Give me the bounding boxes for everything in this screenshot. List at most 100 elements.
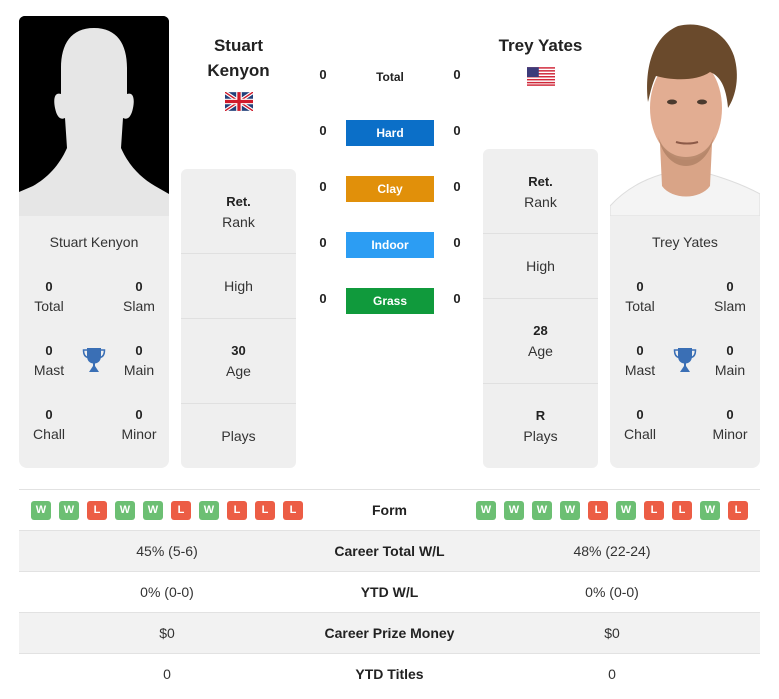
stat-value: 0 <box>726 407 734 422</box>
form-win-badge[interactable]: W <box>199 501 219 520</box>
stat-value: 0 <box>636 343 644 358</box>
age-value: 30 <box>231 343 246 358</box>
left-plays: Plays <box>181 404 296 468</box>
table-row: $0 Career Prize Money $0 <box>19 612 760 653</box>
left-player-card: Stuart Kenyon 0 Total 0 Slam 0 Mast 0 Ma… <box>19 216 169 468</box>
h2h-total-left: 0 <box>319 67 327 82</box>
right-slam-titles: 0 Slam <box>700 278 760 316</box>
form-win-badge[interactable]: W <box>476 501 496 520</box>
stat-value: 0 <box>636 279 644 294</box>
row-label: YTD Titles <box>355 666 424 682</box>
stat-label: Minor <box>712 426 748 442</box>
left-player-card-name[interactable]: Stuart Kenyon <box>19 234 169 250</box>
form-win-badge[interactable]: W <box>700 501 720 520</box>
form-loss-badge[interactable]: L <box>283 501 303 520</box>
h2h-clay-right: 0 <box>453 179 461 194</box>
form-win-badge[interactable]: W <box>115 501 135 520</box>
right-high: High <box>483 234 598 299</box>
form-loss-badge[interactable]: L <box>588 501 608 520</box>
stat-label: Total <box>625 298 655 314</box>
age-value: 28 <box>533 323 548 338</box>
form-win-badge[interactable]: W <box>560 501 580 520</box>
left-total-titles: 0 Total <box>19 278 79 316</box>
right-value: 48% (22-24) <box>573 543 651 559</box>
left-mast-titles: 0 Mast <box>19 342 79 380</box>
stat-label: Slam <box>123 298 155 314</box>
left-player-name[interactable]: Stuart Kenyon <box>181 33 296 83</box>
right-form-badges: WWWWLWLLWL <box>476 501 748 520</box>
right-value: $0 <box>604 625 620 641</box>
form-win-badge[interactable]: W <box>59 501 79 520</box>
form-loss-badge[interactable]: L <box>87 501 107 520</box>
right-main-titles: 0 Main <box>700 342 760 380</box>
stat-value: 0 <box>135 343 143 358</box>
form-loss-badge[interactable]: L <box>644 501 664 520</box>
stat-label: Slam <box>714 298 746 314</box>
rank-label: Rank <box>222 214 255 230</box>
row-label: Career Total W/L <box>334 543 445 559</box>
rank-value: Ret. <box>226 194 251 209</box>
stat-label: Main <box>714 362 746 378</box>
comparison-table: WWLWWLWLLL Form WWWWLWLLWL 45% (5-6) Car… <box>19 489 760 694</box>
table-row: 0 YTD Titles 0 <box>19 653 760 694</box>
left-value: 0% (0-0) <box>140 584 194 600</box>
h2h-indoor-left: 0 <box>319 235 327 250</box>
h2h-hard-right: 0 <box>453 123 461 138</box>
h2h-hard-left: 0 <box>319 123 327 138</box>
left-age: 30 Age <box>181 319 296 404</box>
h2h-clay-left: 0 <box>319 179 327 194</box>
plays-value: R <box>535 408 546 423</box>
form-loss-badge[interactable]: L <box>728 501 748 520</box>
stat-label: Chall <box>624 426 656 442</box>
surface-hard-badge[interactable]: Hard <box>346 120 434 146</box>
age-label: Age <box>226 363 251 379</box>
form-win-badge[interactable]: W <box>31 501 51 520</box>
stat-label: Mast <box>624 362 656 378</box>
trophy-icon <box>82 348 106 372</box>
trophy-icon <box>673 348 697 372</box>
surface-indoor-badge[interactable]: Indoor <box>346 232 434 258</box>
age-label: Age <box>528 343 553 359</box>
surface-clay-badge[interactable]: Clay <box>346 176 434 202</box>
stat-label: Minor <box>121 426 157 442</box>
form-loss-badge[interactable]: L <box>672 501 692 520</box>
h2h-total-right: 0 <box>453 67 461 82</box>
rank-value: Ret. <box>528 174 553 189</box>
left-main-titles: 0 Main <box>109 342 169 380</box>
left-player-photo <box>19 16 169 216</box>
h2h-grass-left: 0 <box>319 291 327 306</box>
stat-label: Chall <box>33 426 65 442</box>
form-loss-badge[interactable]: L <box>171 501 191 520</box>
right-chall-titles: 0 Chall <box>610 406 670 444</box>
surface-grass-badge[interactable]: Grass <box>346 288 434 314</box>
us-flag-icon <box>527 67 555 86</box>
high-label: High <box>526 258 555 274</box>
right-info-card: Ret. Rank High 28 Age R Plays <box>483 149 598 468</box>
left-slam-titles: 0 Slam <box>109 278 169 316</box>
stat-label: Mast <box>33 362 65 378</box>
right-age: 28 Age <box>483 299 598 384</box>
right-player-name[interactable]: Trey Yates <box>483 33 598 58</box>
right-value: 0 <box>608 666 616 682</box>
right-rank: Ret. Rank <box>483 149 598 234</box>
stat-value: 0 <box>45 343 53 358</box>
left-form-badges: WWLWWLWLLL <box>31 501 303 520</box>
form-loss-badge[interactable]: L <box>255 501 275 520</box>
left-player-name-line1: Stuart <box>213 36 264 55</box>
form-win-badge[interactable]: W <box>504 501 524 520</box>
plays-label: Plays <box>523 428 558 444</box>
form-win-badge[interactable]: W <box>616 501 636 520</box>
h2h-total-label: Total <box>376 70 404 84</box>
silhouette-icon <box>19 16 169 216</box>
right-value: 0% (0-0) <box>585 584 639 600</box>
form-win-badge[interactable]: W <box>532 501 552 520</box>
left-value: $0 <box>159 625 175 641</box>
form-row: WWLWWLWLLL Form WWWWLWLLWL <box>19 489 760 530</box>
form-win-badge[interactable]: W <box>143 501 163 520</box>
form-loss-badge[interactable]: L <box>227 501 247 520</box>
stat-label: Total <box>34 298 64 314</box>
stat-value: 0 <box>135 279 143 294</box>
right-player-card-name[interactable]: Trey Yates <box>610 234 760 250</box>
left-player-name-line2: Kenyon <box>207 61 270 80</box>
stat-value: 0 <box>45 407 53 422</box>
